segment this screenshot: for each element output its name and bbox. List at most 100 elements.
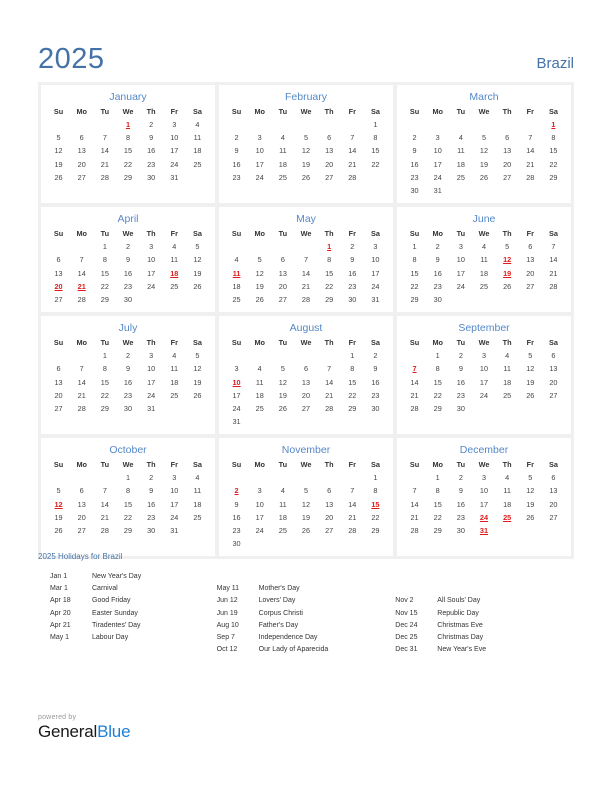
day-cell: 6 [528, 242, 533, 252]
month-title: November [281, 444, 331, 457]
day-cell: 16 [456, 377, 465, 387]
weekday-header-we: We [300, 107, 312, 116]
holiday-date: Oct 12 [216, 646, 238, 654]
empty-day-cell [542, 184, 565, 197]
day-cell: 4 [458, 133, 463, 143]
empty-day-cell [519, 402, 542, 415]
day-cell: 21 [100, 512, 109, 522]
month-card-december: December Su Mo Tu We Th Fr Sa 1 2 3 4 5 6 7 8 9 10 11 12 13 1… [397, 438, 571, 557]
day-cell: 10 [147, 364, 156, 374]
day-cell: 11 [170, 255, 179, 265]
day-cell: 30 [433, 294, 442, 304]
month-grid: Su Mo Tu We Th Fr Sa 1 2 3 4 5 6 7 8 9 10 11 12 13 14 15 16 17 1… [225, 228, 387, 306]
day-cell: 1 [350, 351, 355, 361]
holiday-date: Jun 19 [216, 609, 238, 617]
day-cell: 15 [325, 268, 334, 278]
day-cell: 15 [410, 268, 419, 278]
weekday-header-fr: Fr [170, 107, 178, 116]
empty-day-cell [294, 415, 317, 428]
day-cell: 2 [373, 351, 378, 361]
day-cell: 10 [170, 133, 179, 143]
day-cell: 20 [503, 159, 512, 169]
month-card-august: August Su Mo Tu We Th Fr Sa 1 2 3 4 5 6 7 8 9 10 11 12 13 14 1… [219, 316, 393, 435]
week-row: 21 22 23 24 25 26 27 [403, 389, 565, 402]
day-cell: 9 [234, 146, 239, 156]
day-cell: 15 [348, 377, 357, 387]
day-cell: 18 [503, 499, 512, 509]
day-cell: 25 [503, 390, 512, 400]
day-cell: 17 [170, 499, 179, 509]
weekday-header-tu: Tu [278, 460, 288, 470]
day-cell: 4 [505, 351, 510, 361]
day-cell: 2 [125, 351, 131, 361]
day-cell: 19 [54, 159, 63, 169]
day-cell: 24 [255, 526, 264, 536]
day-cell: 18 [278, 512, 287, 522]
day-cell: 7 [79, 255, 84, 265]
empty-day-cell [186, 171, 209, 184]
holiday-list-item: Jun 12 Lovers' Day [217, 595, 396, 607]
holiday-date: Apr 18 [50, 597, 71, 605]
day-cell: 11 [279, 146, 287, 156]
empty-day-cell [496, 184, 519, 197]
week-row: 15 16 17 18 19 20 21 [403, 267, 565, 280]
day-cell: 27 [549, 390, 558, 400]
holiday-date: Apr 21 [50, 621, 71, 629]
day-cell: 9 [435, 255, 440, 265]
weekday-header-sa: Sa [548, 107, 558, 116]
weekday-header-fr: Fr [348, 460, 356, 470]
day-cell: 30 [123, 294, 133, 304]
weekday-header-su: Su [231, 338, 242, 348]
day-cell: 22 [123, 159, 133, 169]
day-cell: 15 [100, 268, 109, 278]
day-cell: 1 [373, 473, 378, 483]
day-cell: 12 [193, 255, 202, 265]
day-cell: 11 [279, 499, 287, 509]
day-cell: 16 [232, 159, 241, 169]
empty-day-cell [364, 171, 387, 184]
day-cell: 17 [479, 377, 489, 387]
holiday-name: New Year's Eve [437, 646, 487, 654]
day-cell: 26 [193, 281, 202, 291]
weekday-header-mo: Mo [76, 229, 87, 239]
day-cell: 6 [551, 351, 556, 361]
day-cell: 9 [412, 146, 417, 156]
day-cell: 31 [433, 186, 442, 196]
day-cell: 24 [170, 512, 179, 522]
day-cell: 18 [170, 377, 179, 387]
week-row: 3 4 5 6 7 8 9 [225, 362, 387, 375]
brand-logo[interactable]: GeneralBlue [38, 723, 131, 740]
holiday-day-cell: 25 [503, 512, 512, 522]
week-row: 12 [225, 349, 387, 362]
weekday-header-mo: Mo [254, 229, 265, 239]
weekday-header-we: We [122, 460, 134, 470]
day-cell: 8 [435, 486, 440, 496]
day-cell: 19 [301, 512, 311, 522]
day-cell: 20 [301, 390, 311, 400]
day-cell: 28 [100, 172, 109, 182]
weekday-header-tu: Tu [456, 229, 466, 239]
day-cell: 24 [232, 403, 241, 413]
day-cell: 30 [371, 403, 380, 413]
week-row: 1 2 3 4 5 [47, 240, 209, 253]
day-cell: 23 [456, 512, 465, 522]
week-row: 14 15 16 17 18 19 20 [403, 375, 565, 388]
empty-day-cell [93, 118, 116, 131]
day-cell: 14 [348, 499, 357, 509]
day-cell: 7 [412, 486, 417, 496]
holiday-list-item: Apr 20 Easter Sunday [50, 608, 217, 620]
day-cell: 30 [232, 539, 241, 549]
day-cell: 22 [433, 512, 442, 522]
weekday-header-fr: Fr [170, 460, 178, 470]
day-cell: 31 [371, 294, 380, 304]
month-title: August [289, 322, 323, 335]
week-row: 25 26 27 28 29 30 31 [225, 293, 387, 306]
weekday-header-sa: Sa [370, 107, 380, 116]
empty-day-cell [248, 118, 271, 131]
month-card-may: May Su Mo Tu We Th Fr Sa 1 2 3 4 5 6 7 8 9 10 11 12 13 14 15 16… [219, 207, 393, 313]
weekday-header-su: Su [53, 107, 64, 116]
weekday-header-fr: Fr [526, 338, 534, 348]
day-cell: 20 [54, 390, 63, 400]
day-cell: 27 [503, 172, 512, 182]
weekday-header-we: We [478, 460, 490, 470]
